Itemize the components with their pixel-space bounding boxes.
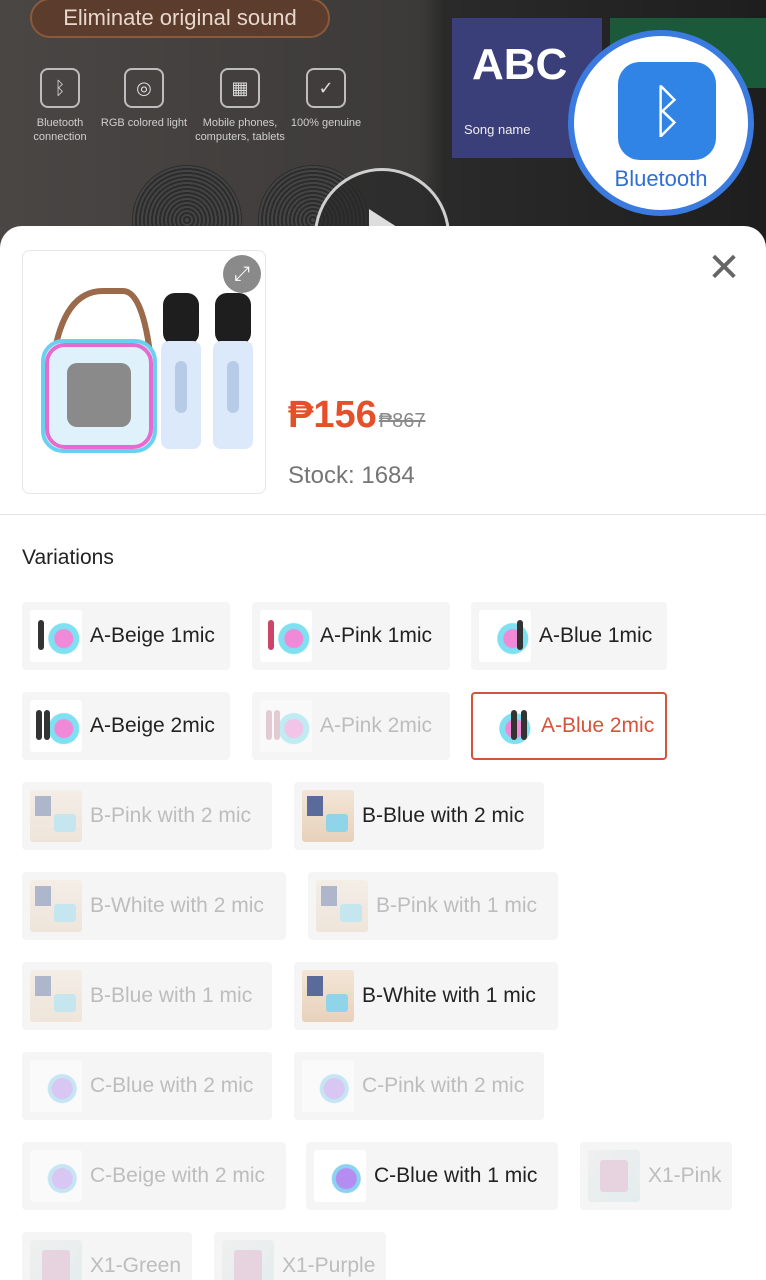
variation-label: A-Blue 1mic bbox=[539, 624, 653, 647]
variation-chip-disabled: B-Pink with 1 mic bbox=[308, 872, 558, 940]
variation-thumbnail bbox=[316, 880, 368, 932]
variation-chip-disabled: B-Pink with 2 mic bbox=[22, 782, 272, 850]
variation-thumbnail bbox=[30, 610, 82, 662]
variation-thumbnail bbox=[30, 790, 82, 842]
variation-thumbnail bbox=[588, 1150, 640, 1202]
variation-label: C-Blue with 1 mic bbox=[374, 1164, 538, 1187]
close-icon[interactable]: ✕ bbox=[704, 248, 744, 288]
variation-thumbnail bbox=[302, 970, 354, 1022]
banner-headline: Eliminate original sound bbox=[30, 0, 330, 38]
variation-thumbnail bbox=[260, 700, 312, 752]
variation-thumbnail bbox=[314, 1150, 366, 1202]
variation-chip[interactable]: A-Pink 1mic bbox=[252, 602, 450, 670]
bluetooth-badge: ᛒ Bluetooth bbox=[568, 30, 754, 216]
variation-chip-disabled: X1-Green bbox=[22, 1232, 192, 1280]
variation-thumbnail bbox=[222, 1240, 274, 1280]
variation-label: A-Pink 1mic bbox=[320, 624, 433, 647]
variation-label: X1-Green bbox=[90, 1254, 182, 1277]
variation-label: A-Beige 1mic bbox=[90, 624, 215, 647]
current-price: ₱156 bbox=[288, 394, 377, 436]
feature-rgb: ◎ RGB colored light bbox=[98, 68, 190, 130]
divider bbox=[0, 514, 766, 515]
variation-chip-disabled: B-White with 2 mic bbox=[22, 872, 286, 940]
rgb-light-icon: ◎ bbox=[124, 68, 164, 108]
variation-thumbnail bbox=[302, 790, 354, 842]
variation-chip[interactable]: C-Blue with 1 mic bbox=[306, 1142, 558, 1210]
stock-count: Stock: 1684 bbox=[288, 462, 415, 489]
bluetooth-label: Bluetooth bbox=[614, 166, 708, 191]
bluetooth-icon: ᛒ bbox=[40, 68, 80, 108]
variation-chip[interactable]: B-White with 1 mic bbox=[294, 962, 558, 1030]
variation-thumbnail bbox=[30, 970, 82, 1022]
variation-thumbnail bbox=[30, 1150, 82, 1202]
variation-thumbnail bbox=[30, 1060, 82, 1112]
product-thumbnail[interactable]: ⤢ bbox=[22, 250, 266, 494]
feature-label: Mobile phones, computers, tablets bbox=[195, 117, 285, 143]
variation-label: A-Blue 2mic bbox=[541, 714, 655, 737]
feature-label: RGB colored light bbox=[100, 117, 188, 129]
variation-chip-disabled: C-Beige with 2 mic bbox=[22, 1142, 286, 1210]
variation-label: C-Blue with 2 mic bbox=[90, 1074, 254, 1097]
feature-devices: ▦ Mobile phones, computers, tablets bbox=[194, 68, 286, 144]
product-video-banner: Eliminate original sound ᛒ Bluetooth con… bbox=[0, 0, 766, 260]
screen-title: ABC bbox=[472, 40, 568, 89]
shield-check-icon: ✓ bbox=[306, 68, 346, 108]
variation-chip-disabled: X1-Pink bbox=[580, 1142, 732, 1210]
variation-chip-disabled: X1-Purple bbox=[214, 1232, 386, 1280]
feature-label: Bluetooth connection bbox=[33, 117, 87, 143]
original-price: ₱867 bbox=[378, 410, 426, 432]
feature-label: 100% genuine bbox=[290, 117, 362, 129]
variation-chip[interactable]: A-Beige 2mic bbox=[22, 692, 230, 760]
variation-label: A-Beige 2mic bbox=[90, 714, 215, 737]
feature-bluetooth: ᛒ Bluetooth connection bbox=[14, 68, 106, 144]
variation-label: B-Blue with 2 mic bbox=[362, 804, 525, 827]
variation-thumbnail bbox=[30, 880, 82, 932]
price-block: ₱156 ₱867 bbox=[288, 394, 425, 437]
variation-chip-disabled: C-Blue with 2 mic bbox=[22, 1052, 272, 1120]
variation-sheet: ⤢ ✕ ₱156 ₱867 Stock: 1684 Variations A-Be… bbox=[0, 226, 766, 1280]
expand-icon[interactable]: ⤢ bbox=[223, 255, 261, 293]
variation-chip[interactable]: B-Blue with 2 mic bbox=[294, 782, 544, 850]
variation-label: B-Pink with 1 mic bbox=[376, 894, 538, 917]
variation-label: X1-Purple bbox=[282, 1254, 376, 1277]
variation-thumbnail bbox=[479, 610, 531, 662]
variations-heading: Variations bbox=[22, 546, 114, 569]
variation-label: A-Pink 2mic bbox=[320, 714, 433, 737]
variation-chip[interactable]: A-Blue 1mic bbox=[471, 602, 667, 670]
screen-subtitle: Song name bbox=[464, 122, 531, 137]
variation-thumbnail bbox=[30, 700, 82, 752]
bluetooth-icon: ᛒ bbox=[618, 62, 716, 160]
variation-label: C-Pink with 2 mic bbox=[362, 1074, 525, 1097]
variation-thumbnail bbox=[260, 610, 312, 662]
variation-thumbnail bbox=[30, 1240, 82, 1280]
variation-chip-disabled: C-Pink with 2 mic bbox=[294, 1052, 544, 1120]
variation-chip-selected[interactable]: A-Blue 2mic bbox=[471, 692, 667, 760]
feature-genuine: ✓ 100% genuine bbox=[280, 68, 372, 130]
variation-label: B-White with 1 mic bbox=[362, 984, 536, 1007]
variation-chip[interactable]: A-Beige 1mic bbox=[22, 602, 230, 670]
variation-label: B-White with 2 mic bbox=[90, 894, 264, 917]
variation-chip-disabled: A-Pink 2mic bbox=[252, 692, 450, 760]
variation-label: B-Blue with 1 mic bbox=[90, 984, 253, 1007]
variation-thumbnail bbox=[302, 1060, 354, 1112]
variation-label: X1-Pink bbox=[648, 1164, 722, 1187]
variation-label: B-Pink with 2 mic bbox=[90, 804, 252, 827]
variation-chip-disabled: B-Blue with 1 mic bbox=[22, 962, 272, 1030]
devices-icon: ▦ bbox=[220, 68, 260, 108]
variation-thumbnail bbox=[481, 700, 533, 752]
variation-label: C-Beige with 2 mic bbox=[90, 1164, 266, 1187]
